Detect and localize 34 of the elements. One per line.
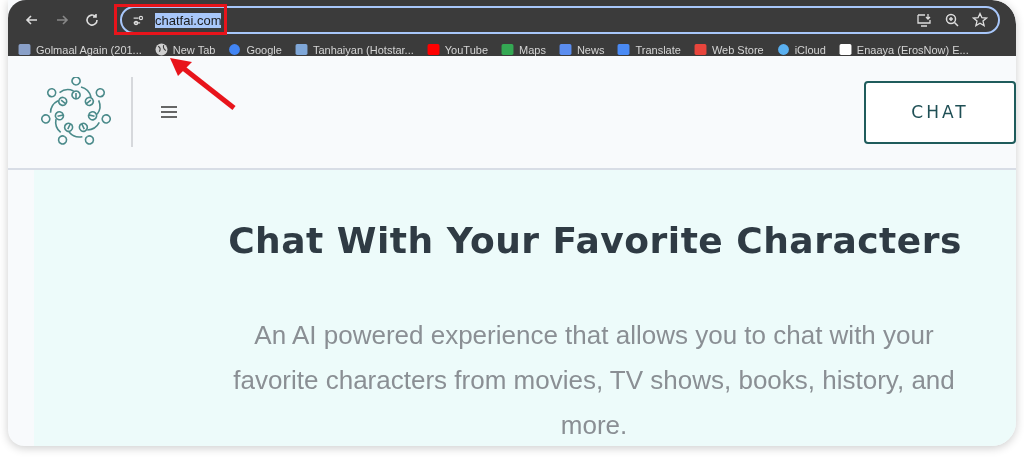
bookmark[interactable]: YouTube xyxy=(426,43,488,56)
url-text: chatfai.com xyxy=(155,12,222,28)
bookmark[interactable]: iCloud xyxy=(776,43,826,56)
bookmark[interactable]: Enaaya (ErosNow) E... xyxy=(838,43,969,56)
arrow-icon xyxy=(168,56,238,111)
bookmark[interactable]: Translate xyxy=(617,43,681,56)
favicon-icon xyxy=(501,43,514,56)
favicon-icon xyxy=(228,43,242,56)
favicon-icon xyxy=(558,43,572,56)
hero-title: Chat With Your Favorite Characters xyxy=(227,220,963,261)
bookmark[interactable]: Golmaal Again (201... xyxy=(18,43,142,56)
logo-icon[interactable] xyxy=(41,77,111,147)
bookmark[interactable]: Tanhaiyan (Hotstar... xyxy=(294,43,414,56)
reload-icon[interactable] xyxy=(84,12,100,28)
zoom-icon[interactable] xyxy=(944,12,960,28)
bookmark[interactable]: New Tab xyxy=(154,43,216,56)
bookmark[interactable]: News xyxy=(558,43,605,56)
install-icon[interactable] xyxy=(916,12,932,28)
menu-icon[interactable] xyxy=(161,105,177,119)
chat-button[interactable]: CHAT xyxy=(864,80,1016,144)
favicon-icon xyxy=(693,43,707,56)
favicon-icon xyxy=(18,43,31,56)
site-settings-icon[interactable] xyxy=(132,13,145,27)
favicon-icon xyxy=(617,43,631,56)
favicon-icon xyxy=(426,43,440,56)
address-bar[interactable]: chatfai.com xyxy=(120,6,1000,34)
hero-subtitle: An AI powered experience that allows you to chat with your favorite characters from movies, TV shows, books, history, and more. xyxy=(232,319,956,442)
bookmark[interactable]: Maps xyxy=(501,43,546,56)
favicon-icon xyxy=(776,43,790,56)
favicon-icon xyxy=(838,43,852,56)
bookmark[interactable]: Web Store xyxy=(693,43,764,56)
bookmark[interactable]: Google xyxy=(228,43,282,56)
favicon-icon xyxy=(294,43,308,56)
star-icon[interactable] xyxy=(972,12,988,28)
